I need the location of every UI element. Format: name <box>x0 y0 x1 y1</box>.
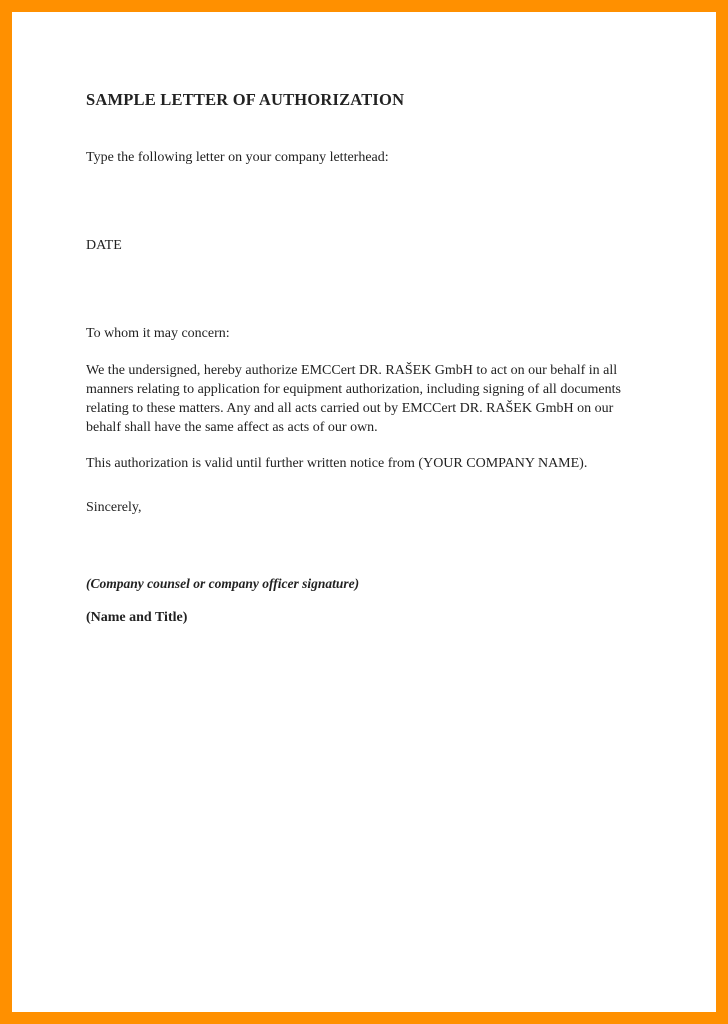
body-paragraph: We the undersigned, hereby authorize EMC… <box>86 362 642 438</box>
date-placeholder: DATE <box>86 238 642 254</box>
signature-placeholder: (Company counsel or company officer sign… <box>86 576 642 592</box>
validity-statement: This authorization is valid until furthe… <box>86 456 642 472</box>
authorized-company-2: EMCCert DR. RAŠEK GmbH <box>402 401 574 416</box>
document-title: SAMPLE LETTER OF AUTHORIZATION <box>86 90 642 110</box>
authorized-company-1: EMCCert DR. RAŠEK GmbH <box>301 363 473 378</box>
instruction-text: Type the following letter on your compan… <box>86 150 642 166</box>
document-page: SAMPLE LETTER OF AUTHORIZATION Type the … <box>12 12 716 1012</box>
salutation-line: To whom it may concern: <box>86 326 642 342</box>
name-title-placeholder: (Name and Title) <box>86 610 642 626</box>
body-prefix: We the undersigned, hereby authorize <box>86 363 301 378</box>
closing-line: Sincerely, <box>86 500 642 516</box>
